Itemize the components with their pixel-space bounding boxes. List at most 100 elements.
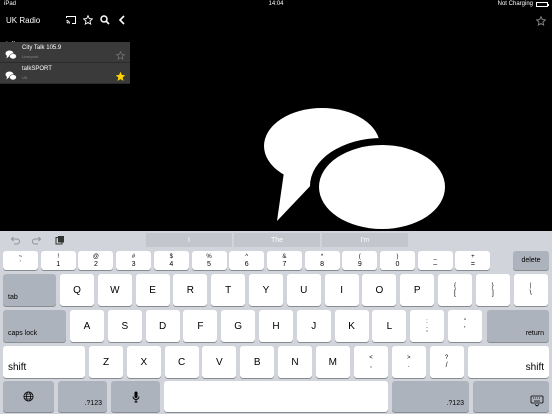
star-filled-icon[interactable] (115, 68, 126, 86)
tab-key[interactable]: tab (3, 274, 56, 306)
key-t[interactable]: T (211, 274, 246, 306)
key-base-symbol: , (370, 362, 372, 369)
hide-keyboard-icon (530, 395, 544, 407)
key-w[interactable]: W (97, 274, 132, 306)
cast-icon[interactable] (63, 16, 80, 24)
key-base-symbol: / (445, 362, 448, 369)
key-symbol-1[interactable]: >. (391, 346, 426, 378)
key-punct-1[interactable]: " ' (447, 310, 482, 342)
numbers-mode-right-key[interactable]: .?123 (392, 381, 469, 412)
key-v[interactable]: V (202, 346, 237, 378)
globe-key[interactable] (3, 381, 54, 412)
key-base-symbol: 0 (395, 260, 400, 268)
key-base-symbol: \ (529, 290, 532, 297)
key-shift-symbol: { (453, 283, 456, 289)
key-shift-symbol: : (426, 319, 428, 325)
search-results: City Talk 105.9 Liverpool talkSPORT UK (0, 42, 130, 84)
key-number-0[interactable]: ~ ` (3, 251, 38, 270)
return-key[interactable]: return (487, 310, 549, 342)
dictation-key[interactable] (111, 381, 160, 412)
key-symbol-0[interactable]: <, (354, 346, 388, 378)
app-title: UK Radio (6, 15, 41, 25)
key-number-9[interactable]: (9 (342, 251, 378, 270)
key-b[interactable]: B (240, 346, 275, 378)
key-bracket-1[interactable]: }] (475, 274, 510, 306)
key-u[interactable]: U (286, 274, 321, 306)
key-x[interactable]: X (126, 346, 161, 378)
microphone-icon (132, 391, 139, 402)
key-q[interactable]: Q (60, 274, 94, 306)
star-outline-icon[interactable] (80, 15, 97, 25)
key-j[interactable]: J (296, 310, 331, 342)
key-base-symbol: ` (19, 260, 22, 268)
battery-status: Not Charging (498, 0, 549, 9)
key-number-4[interactable]: $4 (153, 251, 189, 270)
key-punct-0[interactable]: :; (410, 310, 444, 342)
key-base-symbol: 2 (93, 260, 98, 268)
redo-icon[interactable] (31, 234, 43, 246)
paste-icon[interactable] (54, 234, 66, 246)
key-a[interactable]: A (70, 310, 104, 342)
key-i[interactable]: I (324, 274, 359, 306)
key-n[interactable]: N (278, 346, 312, 378)
key-number-11[interactable]: _ – (417, 251, 453, 270)
favorite-star-icon[interactable] (535, 13, 547, 31)
key-base-symbol: 7 (282, 260, 287, 268)
key-k[interactable]: K (334, 310, 369, 342)
key-number-1[interactable]: ! 1 (40, 251, 76, 270)
key-c[interactable]: C (164, 346, 199, 378)
hide-keyboard-key[interactable] (473, 381, 549, 412)
key-base-symbol: ' (464, 326, 466, 333)
key-s[interactable]: S (107, 310, 142, 342)
status-time: 14:04 (268, 1, 284, 7)
suggestion-1[interactable]: I (146, 233, 232, 247)
key-shift-symbol: * (320, 253, 324, 260)
key-base-symbol: 5 (207, 260, 211, 268)
station-row[interactable]: talkSPORT UK (0, 63, 130, 84)
key-shift-symbol: } (491, 283, 494, 289)
key-shift-symbol: # (131, 253, 136, 260)
numbers-mode-left-key[interactable]: .?123 (58, 381, 107, 412)
key-number-8[interactable]: * 8 (304, 251, 340, 270)
key-number-5[interactable]: % 5 (191, 251, 227, 270)
key-p[interactable]: P (400, 274, 435, 306)
key-shift-symbol: | (529, 283, 532, 289)
key-y[interactable]: Y (249, 274, 283, 306)
key-base-symbol: – (433, 260, 438, 268)
key-f[interactable]: F (183, 310, 218, 342)
key-shift-symbol: ) (396, 253, 399, 260)
shift-left-key[interactable]: shift (3, 346, 85, 378)
key-base-symbol: ] (491, 290, 494, 297)
key-base-symbol: = (470, 260, 475, 268)
back-chevron-icon[interactable] (113, 15, 130, 25)
key-shift-symbol: $ (169, 253, 173, 260)
undo-icon[interactable] (9, 234, 21, 246)
key-symbol-2[interactable]: ? / (429, 346, 464, 378)
search-icon[interactable] (96, 15, 113, 25)
key-bracket-2[interactable]: | \ (513, 274, 548, 306)
station-location: UK (22, 75, 28, 80)
key-o[interactable]: O (362, 274, 397, 306)
space-key[interactable] (164, 381, 388, 412)
key-r[interactable]: R (173, 274, 208, 306)
key-number-3[interactable]: #3 (116, 251, 152, 270)
key-bracket-0[interactable]: {[ (438, 274, 472, 306)
key-d[interactable]: D (145, 310, 180, 342)
key-e[interactable]: E (135, 274, 170, 306)
key-number-12[interactable]: + = (455, 251, 491, 270)
key-number-6[interactable]: ^ 6 (229, 251, 265, 270)
suggestion-3[interactable]: I'm (322, 233, 408, 247)
station-row[interactable]: City Talk 105.9 Liverpool (0, 42, 130, 63)
key-m[interactable]: M (315, 346, 350, 378)
key-number-10[interactable]: ) 0 (380, 251, 415, 270)
caps-lock-key[interactable]: caps lock (3, 310, 66, 342)
delete-key[interactable]: delete (513, 251, 549, 270)
key-l[interactable]: L (372, 310, 407, 342)
key-z[interactable]: Z (89, 346, 123, 378)
key-number-7[interactable]: & 7 (266, 251, 302, 270)
key-number-2[interactable]: @2 (78, 251, 114, 270)
key-g[interactable]: G (221, 310, 256, 342)
suggestion-2[interactable]: The (234, 233, 320, 247)
key-h[interactable]: H (259, 310, 293, 342)
shift-right-key[interactable]: shift (468, 346, 549, 378)
